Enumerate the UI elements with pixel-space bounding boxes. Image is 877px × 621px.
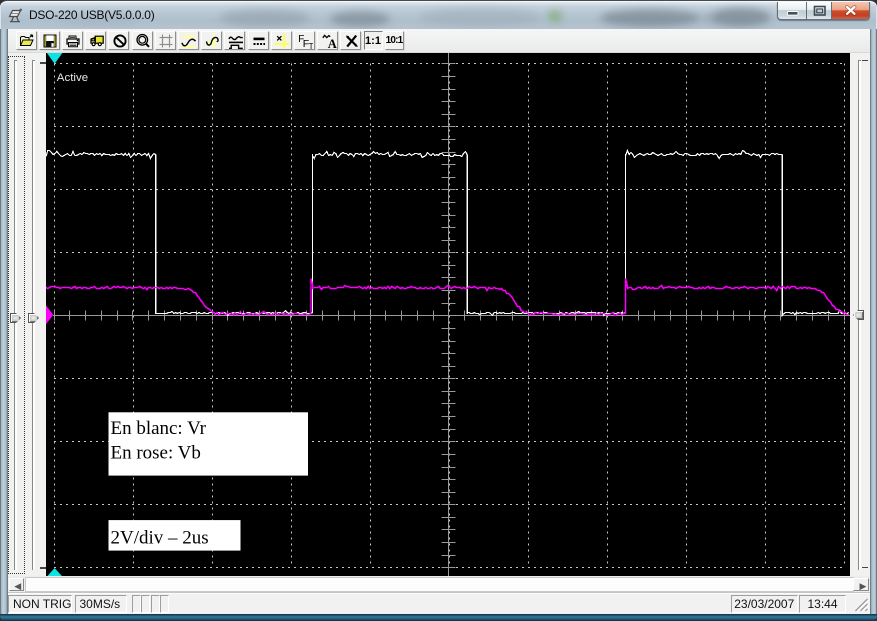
svg-text:T: T: [309, 42, 313, 49]
svg-text:2V/div – 2us: 2V/div – 2us: [110, 527, 208, 548]
svg-text:En blanc: Vr: En blanc: Vr: [110, 418, 206, 439]
svg-text:A: A: [327, 37, 336, 49]
svg-text:Active: Active: [56, 72, 87, 84]
svg-text:En rose: Vb: En rose: Vb: [110, 442, 200, 463]
